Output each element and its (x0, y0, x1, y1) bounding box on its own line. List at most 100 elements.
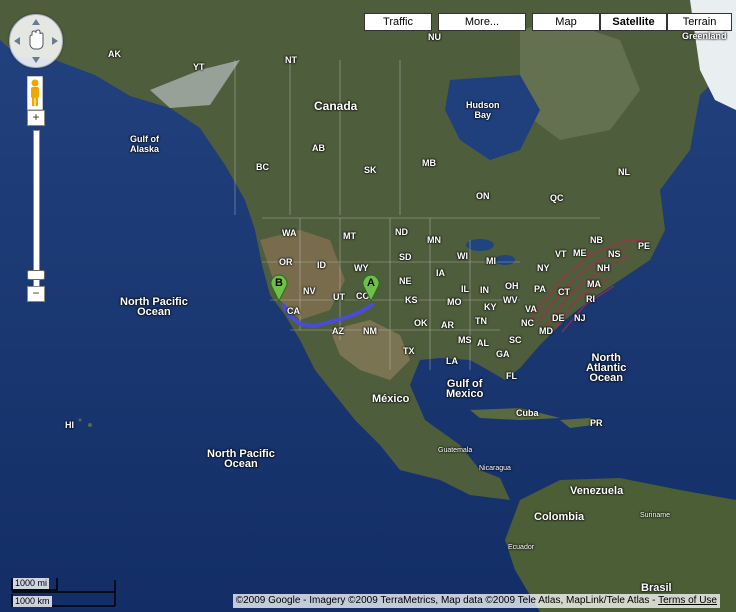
marker-b-letter: B (275, 277, 283, 289)
label-me: ME (573, 248, 587, 258)
label-sc: SC (509, 335, 522, 345)
label-pr: PR (590, 418, 603, 428)
label-north-pacific-ocean-1: North Pacific Ocean (120, 296, 188, 318)
label-ut: UT (333, 292, 345, 302)
label-nm: NM (363, 326, 377, 336)
label-pe: PE (638, 241, 651, 251)
label-north-pacific-ocean-2: North Pacific Ocean (207, 448, 275, 470)
terms-of-use-link[interactable]: Terms of Use (658, 595, 717, 606)
marker-b[interactable]: B (270, 274, 288, 303)
zoom-in-button[interactable]: + (27, 110, 45, 126)
label-mi: MI (486, 256, 496, 266)
label-wv: WV (503, 295, 518, 305)
label-pa: PA (534, 284, 546, 294)
label-ca: CA (287, 306, 300, 316)
pan-control[interactable] (9, 14, 63, 68)
zoom-slider-track[interactable] (33, 130, 40, 287)
label-mb: MB (422, 158, 436, 168)
label-ns: NS (608, 249, 621, 259)
label-brasil: Brasil (641, 582, 672, 594)
label-nt: NT (285, 55, 297, 65)
label-bc: BC (256, 162, 269, 172)
label-mexico: México (372, 393, 410, 405)
label-nb: NB (590, 235, 603, 245)
label-sk: SK (364, 165, 377, 175)
south-america-landmass (505, 478, 736, 612)
marker-a-letter: A (367, 277, 375, 289)
label-ecuador: Ecuador (508, 544, 535, 551)
label-la: LA (446, 356, 458, 366)
label-cuba: Cuba (516, 408, 539, 418)
label-nv: NV (303, 286, 316, 296)
label-sd: SD (399, 252, 412, 262)
label-ms: MS (458, 335, 472, 345)
label-yt: YT (193, 62, 205, 72)
label-ga: GA (496, 349, 510, 359)
label-ak: AK (108, 49, 121, 59)
label-nh: NH (597, 263, 610, 273)
label-hi: HI (65, 420, 74, 430)
label-canada: Canada (314, 99, 358, 113)
label-vt: VT (555, 249, 567, 259)
label-il: IL (461, 284, 469, 294)
label-nl: NL (618, 167, 630, 177)
label-guatemala: Guatemala (438, 447, 473, 454)
label-tx: TX (403, 346, 415, 356)
label-nd: ND (395, 227, 408, 237)
label-mn: MN (427, 235, 441, 245)
label-ma: MA (587, 279, 601, 289)
label-wi: WI (457, 251, 468, 261)
label-az: AZ (332, 326, 344, 336)
label-wy: WY (354, 263, 369, 273)
label-nc: NC (521, 318, 534, 328)
copyright-text: ©2009 Google - Imagery ©2009 TerraMetric… (235, 595, 659, 606)
label-fl: FL (506, 371, 517, 381)
label-ok: OK (414, 318, 428, 328)
label-in: IN (480, 285, 489, 295)
zoom-slider-thumb[interactable] (27, 270, 45, 280)
map-type-terrain-button[interactable]: Terrain (667, 13, 732, 31)
label-tn: TN (475, 316, 487, 326)
more-button[interactable]: More... (438, 13, 526, 31)
label-mt: MT (343, 231, 356, 241)
label-venezuela: Venezuela (570, 485, 624, 497)
label-or: OR (279, 257, 293, 267)
scale-km: 1000 km (13, 596, 52, 607)
scale-miles: 1000 mi (13, 578, 50, 589)
copyright-bar: ©2009 Google - Imagery ©2009 TerraMetric… (232, 594, 720, 608)
map-type-satellite-button[interactable]: Satellite (600, 13, 667, 31)
label-al: AL (477, 338, 489, 348)
label-nj: NJ (574, 313, 586, 323)
label-nu: NU (428, 32, 441, 42)
label-qc: QC (550, 193, 564, 203)
label-north-atlantic-ocean: North Atlantic Ocean (586, 352, 627, 384)
label-suriname: Suriname (640, 512, 670, 519)
scale-bar: 1000 mi 1000 km (11, 576, 121, 608)
zoom-out-button[interactable]: − (27, 286, 45, 302)
label-ny: NY (537, 263, 550, 273)
label-ab: AB (312, 143, 325, 153)
label-ia: IA (436, 268, 445, 278)
label-ar: AR (441, 320, 454, 330)
map-type-map-button[interactable]: Map (532, 13, 600, 31)
label-ks: KS (405, 295, 418, 305)
label-nicaragua: Nicaragua (479, 465, 511, 472)
map-imagery (0, 0, 736, 612)
label-md: MD (539, 326, 553, 336)
label-oh: OH (505, 281, 519, 291)
label-ky: KY (484, 302, 497, 312)
marker-a[interactable]: A (362, 274, 380, 303)
label-ct: CT (558, 287, 570, 297)
satellite-map[interactable]: Greenland Canada Hudson Bay AK YT NT NU … (0, 0, 736, 612)
traffic-button[interactable]: Traffic (364, 13, 432, 31)
label-va: VA (525, 304, 537, 314)
label-gulf-of-alaska: Gulf of Alaska (130, 134, 160, 154)
label-ri: RI (586, 294, 595, 304)
label-gulf-of-mexico: Gulf of Mexico (446, 378, 484, 400)
pegman-icon[interactable] (27, 76, 43, 110)
hand-pan-icon (14, 19, 58, 63)
label-de: DE (552, 313, 565, 323)
label-ne: NE (399, 276, 412, 286)
label-hudson-bay: Hudson Bay (466, 100, 500, 120)
label-colombia: Colombia (534, 511, 585, 523)
